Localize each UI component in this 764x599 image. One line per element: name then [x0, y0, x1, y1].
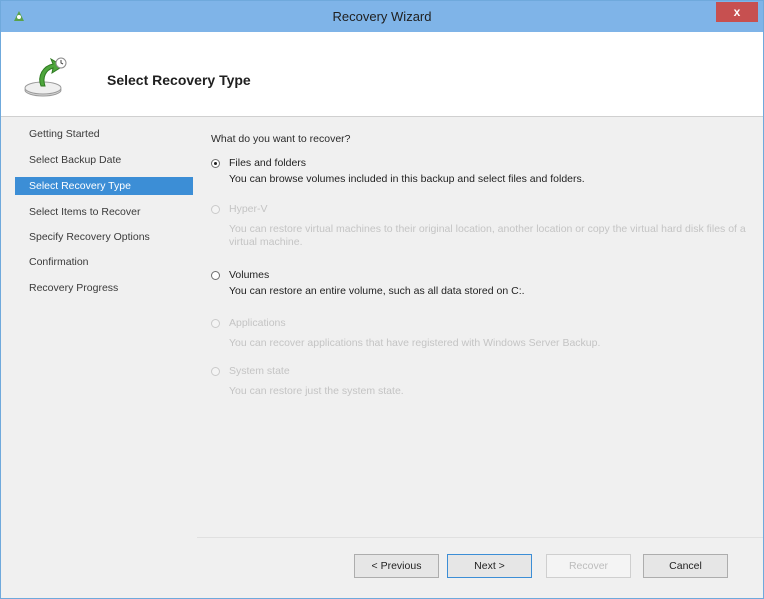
applications-description: You can recover applications that have r… — [229, 337, 601, 349]
wizard-content: What do you want to recover? Files and f… — [197, 117, 763, 598]
system-state-radio — [211, 367, 220, 376]
wizard-steps-sidebar: Getting Started Select Backup Date Selec… — [1, 117, 197, 598]
close-button[interactable]: x — [716, 2, 758, 22]
volumes-description: You can restore an entire volume, such a… — [229, 285, 525, 297]
files-and-folders-description: You can browse volumes included in this … — [229, 173, 585, 185]
recovery-wizard-window: Recovery Wizard x Select Recovery Type G… — [0, 0, 764, 599]
recovery-question: What do you want to recover? — [211, 133, 351, 145]
hyper-v-description: You can restore virtual machines to thei… — [229, 223, 746, 248]
applications-radio — [211, 319, 220, 328]
hyper-v-label: Hyper-V — [229, 203, 268, 215]
volumes-label[interactable]: Volumes — [229, 269, 269, 281]
window-title: Recovery Wizard — [332, 9, 432, 24]
recovery-icon — [24, 57, 67, 97]
files-and-folders-label[interactable]: Files and folders — [229, 157, 306, 169]
step-select-backup-date: Select Backup Date — [29, 154, 122, 166]
step-select-recovery-type: Select Recovery Type — [15, 177, 193, 195]
cancel-button[interactable]: Cancel — [643, 554, 728, 578]
wizard-header: Select Recovery Type — [1, 32, 763, 116]
footer-divider — [197, 537, 763, 538]
recover-button: Recover — [546, 554, 631, 578]
applications-label: Applications — [229, 317, 286, 329]
step-recovery-progress: Recovery Progress — [29, 282, 119, 294]
system-state-description: You can restore just the system state. — [229, 385, 404, 397]
page-title: Select Recovery Type — [107, 72, 251, 88]
hyper-v-radio — [211, 205, 220, 214]
step-specify-recovery-options: Specify Recovery Options — [29, 231, 150, 243]
title-bar[interactable]: Recovery Wizard x — [1, 1, 763, 32]
step-select-items-to-recover: Select Items to Recover — [29, 206, 141, 218]
volumes-radio[interactable] — [211, 271, 220, 280]
previous-button[interactable]: < Previous — [354, 554, 439, 578]
step-getting-started: Getting Started — [29, 128, 100, 140]
next-button[interactable]: Next > — [447, 554, 532, 578]
files-and-folders-radio[interactable] — [211, 159, 220, 168]
step-confirmation: Confirmation — [29, 256, 89, 268]
system-state-label: System state — [229, 365, 290, 377]
